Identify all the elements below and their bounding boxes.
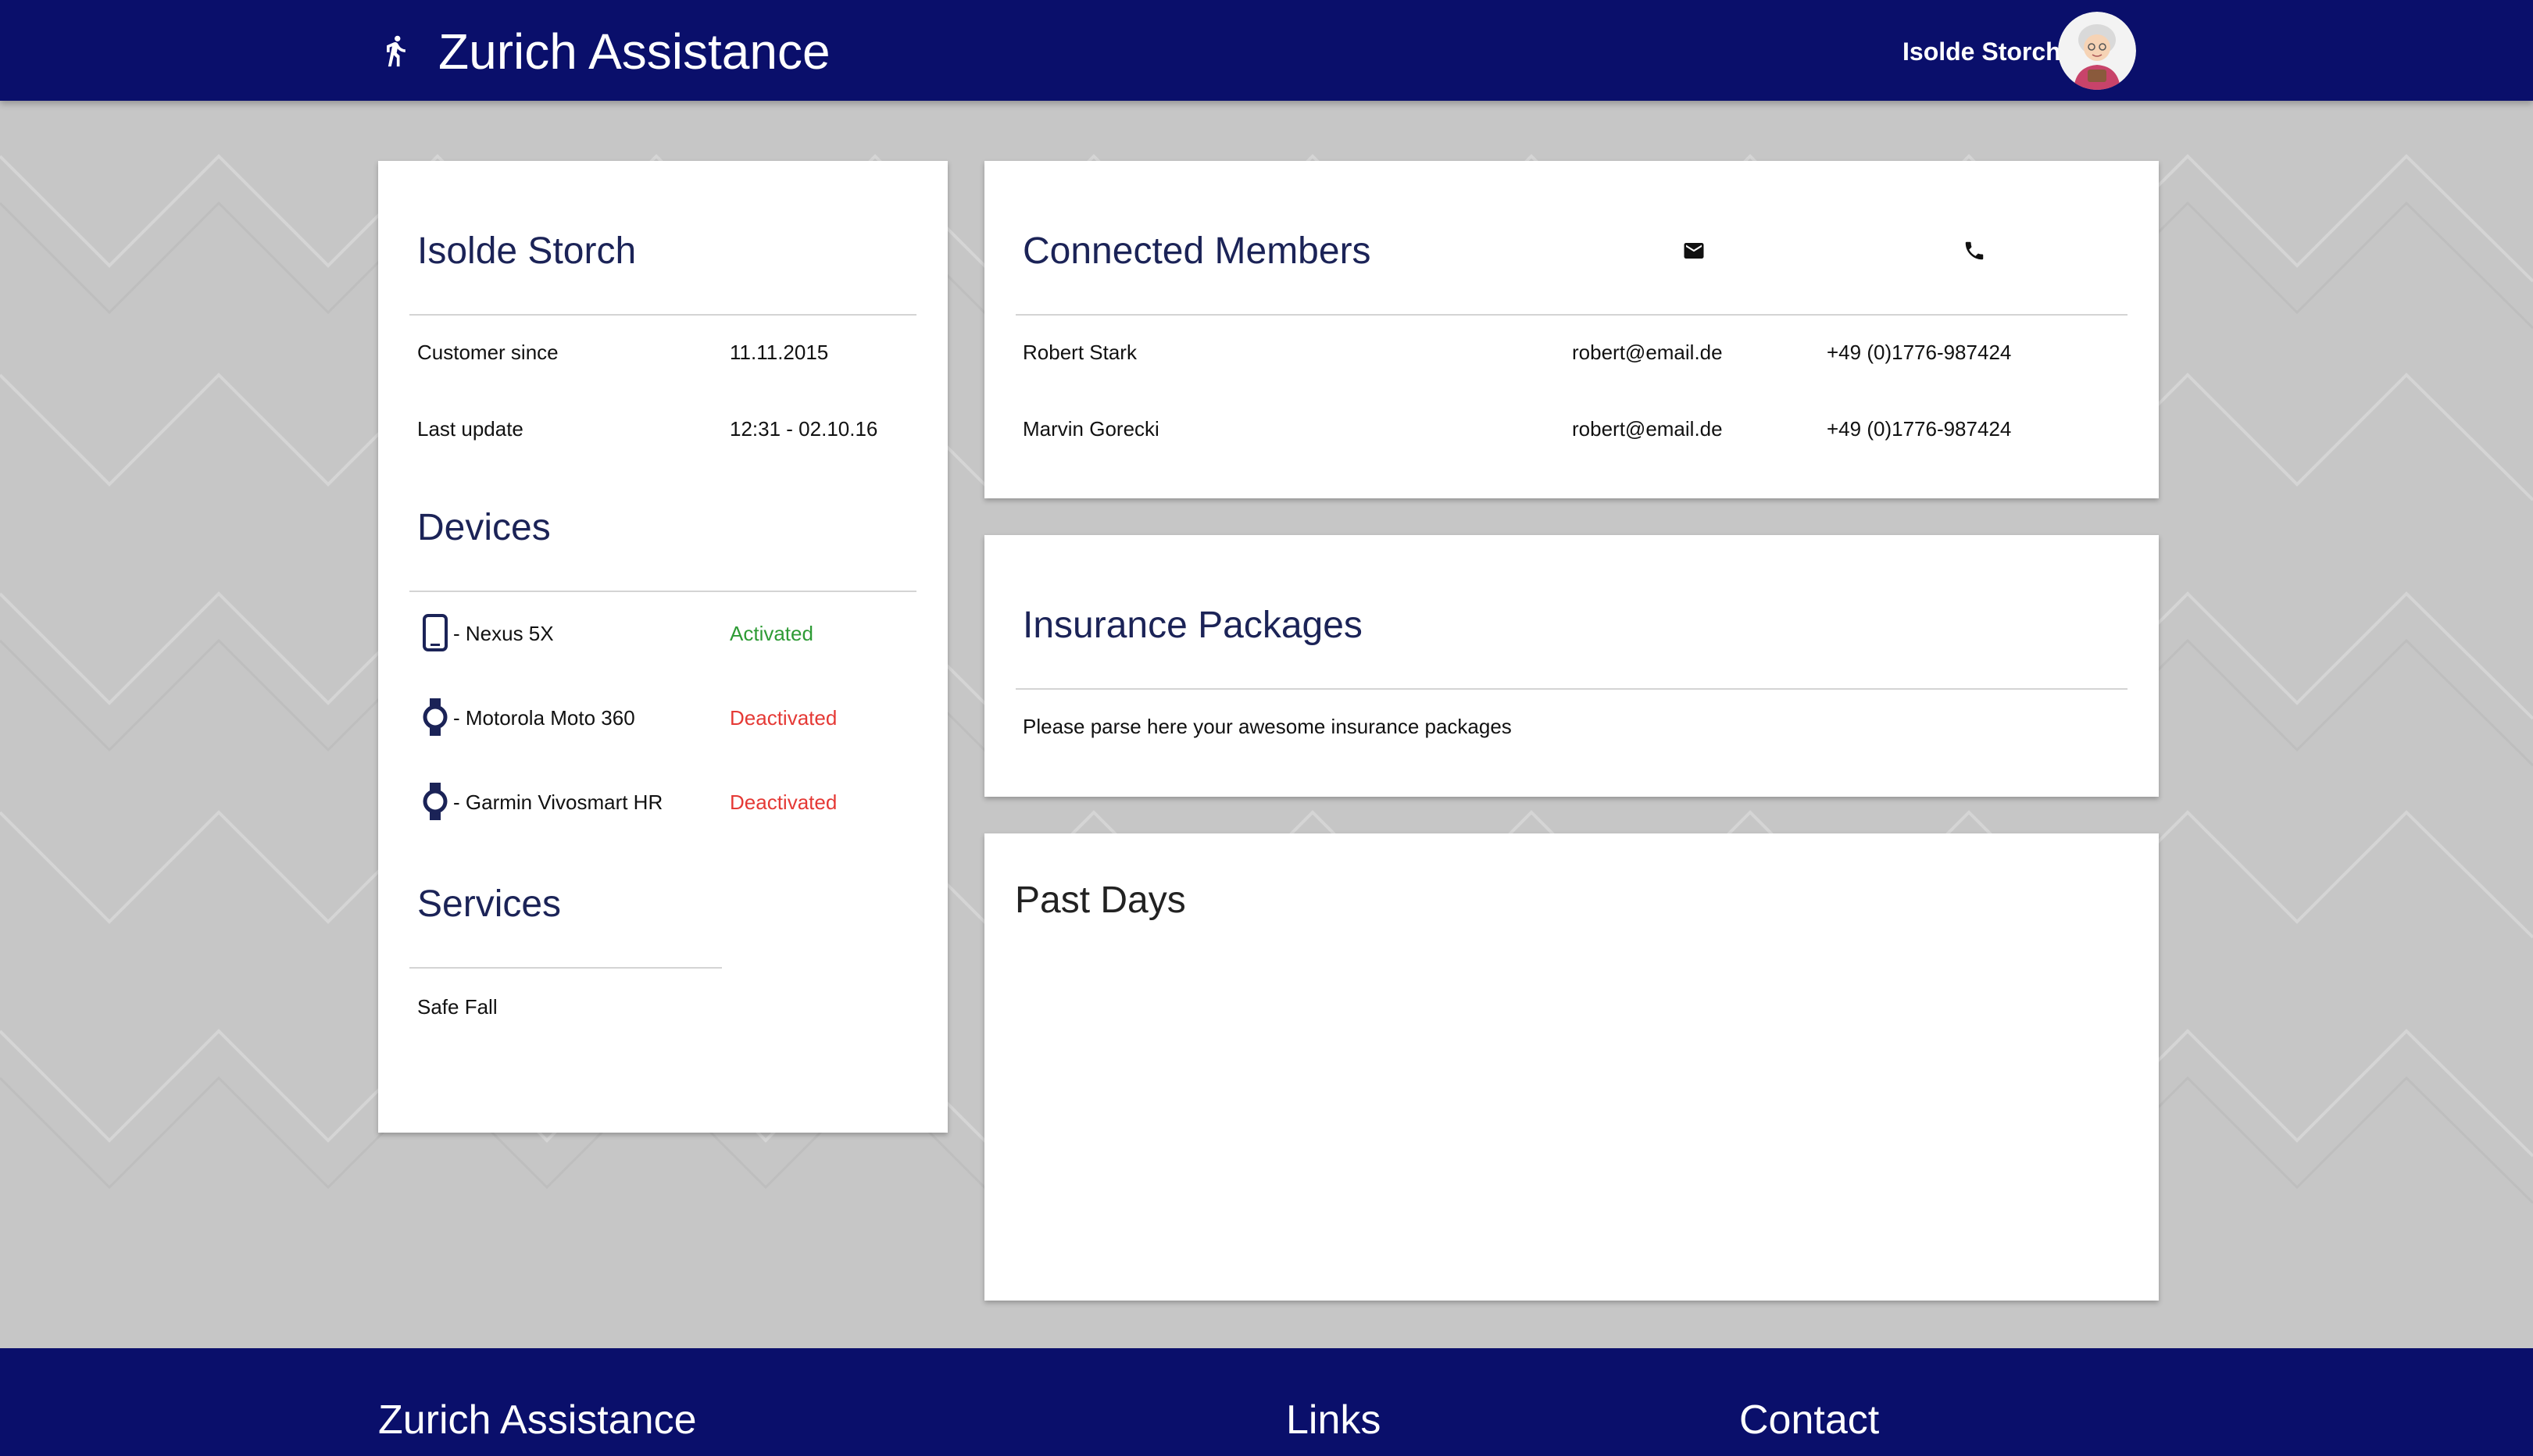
divider	[1016, 314, 2128, 316]
user-avatar[interactable]	[2058, 12, 2136, 90]
email-icon[interactable]	[1682, 239, 1706, 262]
insurance-packages-card: Insurance Packages Please parse here you…	[984, 535, 2159, 797]
user-name[interactable]: Isolde Storch	[1902, 36, 2061, 67]
devices-title: Devices	[417, 507, 551, 548]
connected-members-title: Connected Members	[1023, 230, 1371, 272]
profile-card: Isolde Storch Customer since 11.11.2015 …	[378, 161, 948, 1133]
profile-name: Isolde Storch	[417, 230, 637, 272]
insurance-packages-text: Please parse here your awesome insurance…	[1023, 715, 1512, 738]
app-title[interactable]: Zurich Assistance	[438, 22, 831, 81]
device-status[interactable]: Deactivated	[730, 789, 837, 815]
smartwatch-icon	[423, 783, 448, 820]
last-update-label: Last update	[417, 417, 523, 441]
device-status[interactable]: Activated	[730, 620, 813, 647]
device-name: - Motorola Moto 360	[453, 706, 635, 730]
directions-run-icon	[387, 35, 405, 67]
last-update-value: 12:31 - 02.10.16	[730, 417, 878, 441]
connected-members-card: Connected Members Robert Stark robert@em…	[984, 161, 2159, 498]
past-days-card: Past Days	[984, 833, 2159, 1301]
member-phone[interactable]: +49 (0)1776-987424	[1827, 339, 2011, 366]
insurance-packages-title: Insurance Packages	[1023, 605, 1363, 646]
smartwatch-icon	[423, 698, 448, 736]
avatar-grandma-icon	[2058, 12, 2136, 90]
device-name: - Garmin Vivosmart HR	[453, 790, 663, 814]
customer-since-label: Customer since	[417, 341, 559, 364]
customer-since-value: 11.11.2015	[730, 341, 829, 364]
service-item: Safe Fall	[417, 995, 498, 1019]
device-name: - Nexus 5X	[453, 622, 554, 645]
divider	[409, 967, 722, 969]
past-days-title: Past Days	[1015, 880, 1186, 921]
divider	[409, 314, 916, 316]
footer-contact-title: Contact	[1739, 1397, 1880, 1443]
member-name: Robert Stark	[1023, 341, 1137, 364]
divider	[1016, 688, 2128, 690]
member-email[interactable]: robert@email.de	[1572, 339, 1723, 366]
member-phone[interactable]: +49 (0)1776-987424	[1827, 416, 2011, 442]
divider	[409, 591, 916, 592]
phone-icon[interactable]	[1963, 239, 1986, 262]
smartphone-icon	[423, 614, 448, 651]
services-title: Services	[417, 883, 562, 925]
app-header: Zurich Assistance Isolde Storch	[0, 0, 2533, 101]
page-footer: Zurich Assistance Links Contact	[0, 1348, 2533, 1456]
member-name: Marvin Gorecki	[1023, 417, 1159, 441]
footer-links-title: Links	[1286, 1397, 1381, 1443]
member-email[interactable]: robert@email.de	[1572, 416, 1723, 442]
device-status[interactable]: Deactivated	[730, 705, 837, 731]
footer-brand: Zurich Assistance	[378, 1397, 697, 1443]
